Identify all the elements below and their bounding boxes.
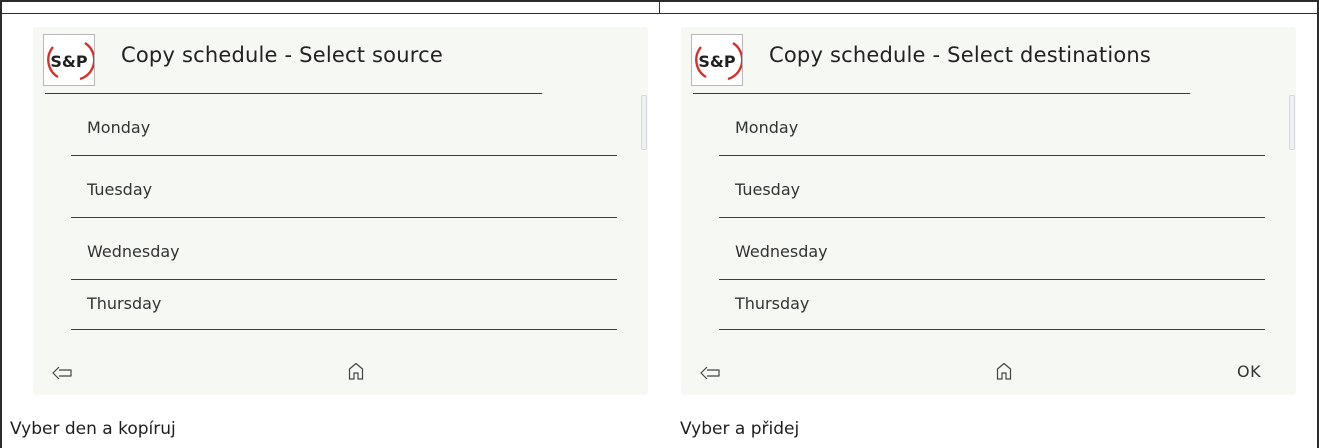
logo-text: S&P: [50, 52, 87, 71]
caption-destination: Vyber a přidej: [680, 419, 800, 439]
home-icon[interactable]: [996, 362, 1012, 380]
day-label: Monday: [735, 118, 799, 137]
day-label: Tuesday: [87, 180, 153, 199]
back-arrow-icon[interactable]: [699, 365, 721, 381]
list-scrollbar[interactable]: [1289, 95, 1295, 150]
day-item-monday[interactable]: Monday: [71, 94, 617, 156]
day-item-thursday[interactable]: Thursday: [71, 280, 617, 330]
home-icon[interactable]: [348, 362, 364, 380]
day-label: Wednesday: [87, 242, 180, 261]
day-item-thursday[interactable]: Thursday: [719, 280, 1265, 330]
day-label: Monday: [87, 118, 151, 137]
caption-source: Vyber den a kopíruj: [10, 419, 176, 439]
day-item-tuesday[interactable]: Tuesday: [719, 156, 1265, 218]
day-list: Monday Tuesday Wednesday Thursday: [71, 94, 617, 330]
day-item-tuesday[interactable]: Tuesday: [71, 156, 617, 218]
sp-logo: S&P: [691, 34, 743, 86]
day-label: Thursday: [87, 294, 162, 313]
day-label: Thursday: [735, 294, 810, 313]
day-item-monday[interactable]: Monday: [719, 94, 1265, 156]
screen-title: Copy schedule - Select source: [121, 43, 443, 67]
day-item-wednesday[interactable]: Wednesday: [719, 218, 1265, 280]
list-scrollbar[interactable]: [641, 95, 647, 150]
day-item-wednesday[interactable]: Wednesday: [71, 218, 617, 280]
ok-button[interactable]: OK: [1237, 362, 1261, 381]
source-screen: S&P Copy schedule - Select source Monday…: [33, 27, 648, 395]
destination-screen: S&P Copy schedule - Select destinations …: [681, 27, 1296, 395]
sp-logo: S&P: [43, 34, 95, 86]
column-divider: [659, 0, 660, 14]
day-label: Wednesday: [735, 242, 828, 261]
screen-title: Copy schedule - Select destinations: [769, 43, 1152, 67]
logo-text: S&P: [698, 52, 735, 71]
day-list: Monday Tuesday Wednesday Thursday: [719, 94, 1265, 330]
back-arrow-icon[interactable]: [51, 365, 73, 381]
day-label: Tuesday: [735, 180, 801, 199]
